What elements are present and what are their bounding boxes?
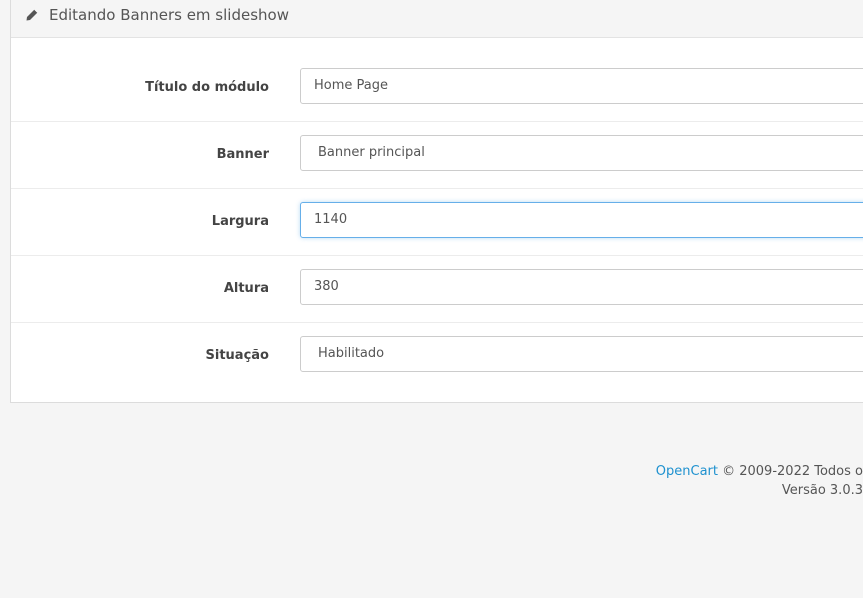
module-title-input[interactable]: Home Page — [300, 68, 863, 104]
width-input[interactable]: 1140 — [300, 202, 863, 238]
height-label: Altura — [223, 281, 269, 296]
form-row-width: Largura 1140 — [11, 188, 863, 256]
version-text: Versão 3.0.3 — [781, 483, 863, 498]
opencart-link[interactable]: OpenCart — [656, 464, 718, 479]
pencil-icon — [25, 8, 39, 22]
status-label: Situação — [205, 348, 269, 363]
form-row-banner: Banner Banner principal — [11, 121, 863, 189]
copyright-line: OpenCart © 2009-2022 Todos o — [463, 462, 863, 481]
module-edit-panel: Editando Banners em slideshow Título do … — [10, 0, 863, 403]
status-select[interactable]: Habilitado — [300, 336, 863, 372]
form-row-title: Título do módulo Home Page — [11, 54, 863, 122]
form-row-status: Situação Habilitado — [11, 322, 863, 389]
panel-title: Editando Banners em slideshow — [49, 6, 289, 24]
panel-heading: Editando Banners em slideshow — [11, 0, 863, 38]
footer: OpenCart © 2009-2022 Todos o Versão 3.0.… — [463, 462, 863, 500]
banner-select[interactable]: Banner principal — [300, 135, 863, 171]
width-label: Largura — [211, 214, 269, 229]
copyright-text: © 2009-2022 Todos o — [717, 464, 863, 479]
module-title-label: Título do módulo — [145, 80, 269, 95]
height-input[interactable]: 380 — [300, 269, 863, 305]
banner-label: Banner — [216, 147, 269, 162]
form-row-height: Altura 380 — [11, 255, 863, 323]
